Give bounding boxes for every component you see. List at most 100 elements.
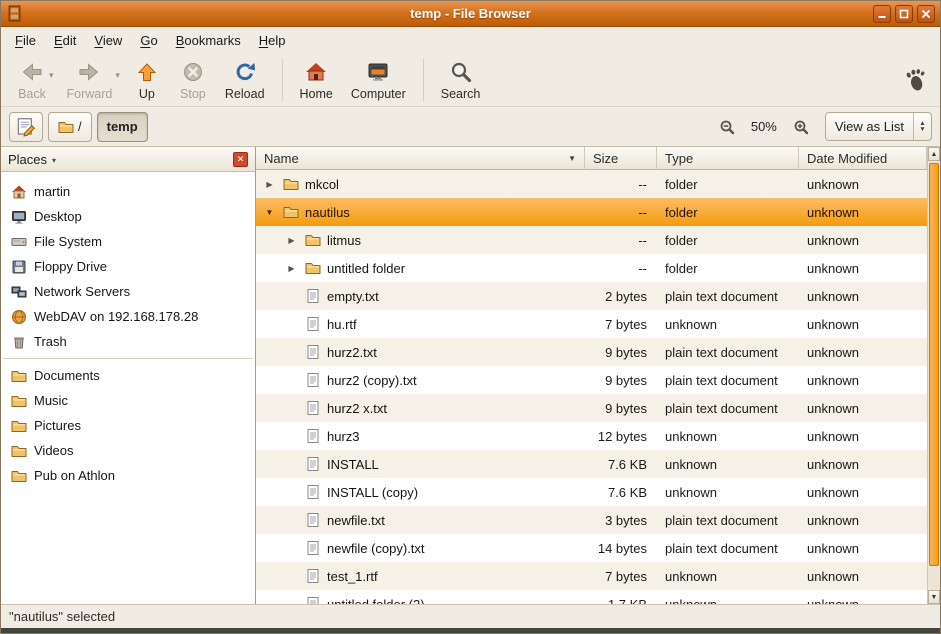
name-cell: INSTALL [256, 456, 585, 472]
scroll-up-button[interactable]: ▲ [928, 147, 940, 161]
file-row[interactable]: hu.rtf 7 bytes unknown unknown [256, 310, 927, 338]
menu-edit[interactable]: Edit [45, 29, 85, 52]
sidebar-item-label: Floppy Drive [34, 259, 107, 274]
sidebar-item-pub-on-athlon[interactable]: Pub on Athlon [1, 463, 255, 488]
file-row[interactable]: newfile (copy).txt 14 bytes plain text d… [256, 534, 927, 562]
sidebar-item-webdav[interactable]: WebDAV on 192.168.178.28 [1, 304, 255, 329]
type-cell: plain text document [657, 345, 799, 360]
file-row[interactable]: test_1.rtf 7 bytes unknown unknown [256, 562, 927, 590]
sidebar-item-pictures[interactable]: Pictures [1, 413, 255, 438]
expander-collapsed-icon[interactable]: ▶ [284, 236, 299, 245]
scrollbar-track[interactable] [928, 161, 940, 590]
file-row[interactable]: ▶ mkcol -- folder unknown [256, 170, 927, 198]
sidebar-item-trash[interactable]: Trash [1, 329, 255, 354]
file-row[interactable]: empty.txt 2 bytes plain text document un… [256, 282, 927, 310]
file-row[interactable]: hurz2 (copy).txt 9 bytes plain text docu… [256, 366, 927, 394]
name-cell: hurz3 [256, 428, 585, 444]
sidebar-item-music[interactable]: Music [1, 388, 255, 413]
forward-button[interactable]: Forward [58, 57, 122, 104]
column-header-size[interactable]: Size [585, 147, 657, 170]
menu-view[interactable]: View [85, 29, 131, 52]
reload-button[interactable]: Reload [216, 57, 274, 104]
name-cell: hu.rtf [256, 316, 585, 332]
back-icon [20, 60, 44, 84]
scrollbar-thumb[interactable] [929, 163, 939, 566]
menu-help[interactable]: Help [250, 29, 295, 52]
scroll-down-button[interactable]: ▼ [928, 590, 940, 604]
sidebar-item-floppy-drive[interactable]: Floppy Drive [1, 254, 255, 279]
file-row[interactable]: INSTALL 7.6 KB unknown unknown [256, 450, 927, 478]
sidebar-item-desktop[interactable]: Desktop [1, 204, 255, 229]
file-row[interactable]: hurz2.txt 9 bytes plain text document un… [256, 338, 927, 366]
file-row[interactable]: hurz3 12 bytes unknown unknown [256, 422, 927, 450]
zoom-in-button[interactable] [788, 114, 814, 140]
vertical-scrollbar[interactable]: ▲ ▼ [927, 147, 940, 604]
up-button[interactable]: Up [124, 57, 170, 104]
file-row[interactable]: INSTALL (copy) 7.6 KB unknown unknown [256, 478, 927, 506]
file-row[interactable]: untitled folder (2) 1.7 KB unknown unkno… [256, 590, 927, 604]
sidebar-title[interactable]: Places [8, 152, 47, 167]
date-cell: unknown [799, 485, 927, 500]
zoom-level[interactable]: 50% [745, 119, 783, 134]
menu-file[interactable]: File [6, 29, 45, 52]
sidebar-item-network-servers[interactable]: Network Servers [1, 279, 255, 304]
titlebar[interactable]: temp - File Browser [1, 1, 940, 27]
maximize-button[interactable] [895, 5, 913, 23]
file-name: hurz2.txt [327, 345, 377, 360]
minimize-button[interactable] [873, 5, 891, 23]
chevron-down-icon[interactable]: ▾ [52, 156, 56, 165]
expander-expanded-icon[interactable]: ▼ [262, 208, 277, 217]
column-header-type[interactable]: Type [657, 147, 799, 170]
stop-button[interactable]: Stop [170, 57, 216, 104]
date-cell: unknown [799, 373, 927, 388]
name-cell: hurz2.txt [256, 344, 585, 360]
back-dropdown-icon[interactable]: ▾ [49, 70, 54, 81]
sidebar-item-label: Desktop [34, 209, 82, 224]
file-row-selected[interactable]: ▼ nautilus -- folder unknown [256, 198, 927, 226]
close-button[interactable] [917, 5, 935, 23]
sidebar-item-documents[interactable]: Documents [1, 363, 255, 388]
text-file-icon [305, 428, 321, 444]
sidebar-close-button[interactable]: ✕ [233, 152, 248, 167]
file-row[interactable]: hurz2 x.txt 9 bytes plain text document … [256, 394, 927, 422]
zoom-in-icon [793, 119, 809, 135]
toggle-location-entry-button[interactable] [9, 112, 43, 142]
file-row[interactable]: newfile.txt 3 bytes plain text document … [256, 506, 927, 534]
file-name: newfile (copy).txt [327, 541, 425, 556]
expander-collapsed-icon[interactable]: ▶ [284, 264, 299, 273]
name-cell: ▶ mkcol [256, 176, 585, 192]
text-file-icon [305, 568, 321, 584]
menu-go[interactable]: Go [131, 29, 166, 52]
edit-note-icon [16, 117, 36, 137]
text-file-icon [305, 288, 321, 304]
sidebar-item-videos[interactable]: Videos [1, 438, 255, 463]
toolbar: Back ▾ Forward ▾ Up Stop Reload Home [1, 54, 940, 107]
file-row[interactable]: ▶ litmus -- folder unknown [256, 226, 927, 254]
name-cell: newfile.txt [256, 512, 585, 528]
search-button[interactable]: Search [432, 57, 490, 104]
root-folder-button[interactable]: / [48, 112, 92, 142]
sidebar-item-file-system[interactable]: File System [1, 229, 255, 254]
sidebar-item-label: File System [34, 234, 102, 249]
size-cell: 9 bytes [585, 401, 657, 416]
zoom-out-button[interactable] [714, 114, 740, 140]
scroll-up-icon: ▲ [931, 151, 938, 158]
file-row[interactable]: ▶ untitled folder -- folder unknown [256, 254, 927, 282]
forward-dropdown-icon[interactable]: ▾ [115, 70, 120, 81]
name-cell: ▼ nautilus [256, 204, 585, 220]
type-cell: folder [657, 177, 799, 192]
column-header-name[interactable]: Name ▼ [256, 147, 585, 170]
file-name: test_1.rtf [327, 569, 378, 584]
expander-collapsed-icon[interactable]: ▶ [262, 180, 277, 189]
folder-icon [283, 204, 299, 220]
sidebar-header: Places ▾ ✕ [1, 147, 255, 172]
column-header-date-modified[interactable]: Date Modified [799, 147, 927, 170]
sidebar-item-martin[interactable]: martin [1, 179, 255, 204]
current-folder-button[interactable]: temp [97, 112, 148, 142]
computer-button[interactable]: Computer [342, 57, 415, 104]
home-button[interactable]: Home [291, 57, 342, 104]
scroll-down-icon: ▼ [931, 594, 938, 601]
close-icon [921, 9, 931, 19]
view-mode-select[interactable]: View as List ▲ ▼ [825, 112, 932, 141]
menu-bookmarks[interactable]: Bookmarks [167, 29, 250, 52]
